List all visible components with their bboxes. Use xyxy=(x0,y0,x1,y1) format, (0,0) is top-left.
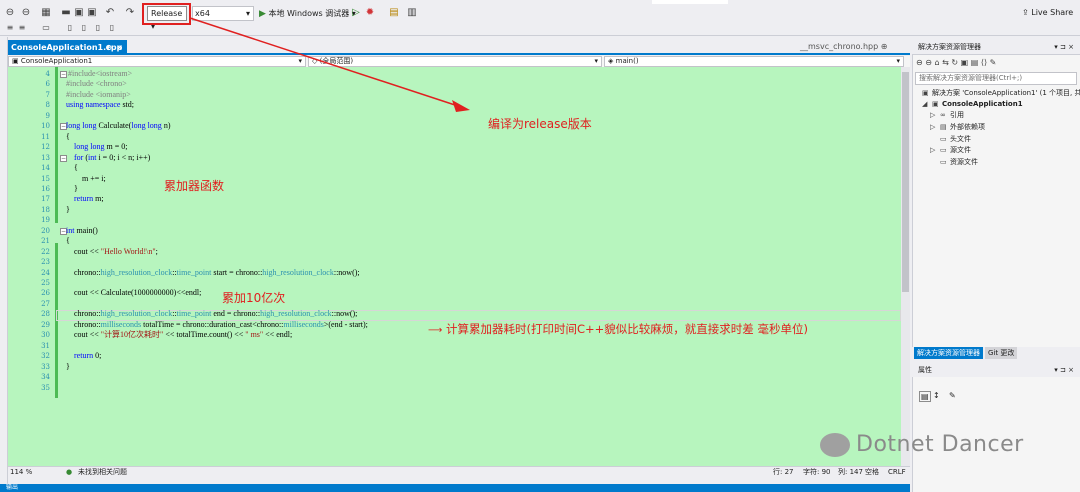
code-icon[interactable]: ⟨⟩ xyxy=(981,58,987,67)
output-label: 输出 xyxy=(6,484,19,491)
whitespace-indicator[interactable]: 空格 xyxy=(865,467,879,478)
tree-label: 引用 xyxy=(950,111,964,119)
search-placeholder: 搜索解决方案资源管理器(Ctrl+;) xyxy=(919,74,1023,82)
tree-source-files[interactable]: ▷ ▭ 源文件 xyxy=(930,144,971,156)
history-icon[interactable]: ↻ xyxy=(951,58,958,67)
watermark-text: Dotnet Dancer xyxy=(856,432,1024,457)
wrench-icon[interactable]: ✎ xyxy=(949,391,956,400)
solution-search-input[interactable]: 搜索解决方案资源管理器(Ctrl+;) xyxy=(915,72,1077,85)
col-indicator: 列: 147 xyxy=(838,468,863,476)
expand-icon: ▷ xyxy=(930,123,936,131)
char-indicator: 字符: 90 xyxy=(803,468,831,476)
scrollbar-thumb[interactable] xyxy=(902,72,909,292)
close-icon[interactable]: ▾ ⊐ × xyxy=(1054,364,1074,377)
tree-label: 资源文件 xyxy=(950,158,978,166)
tree-label: ConsoleApplication1 xyxy=(942,100,1023,108)
alphabetical-icon[interactable]: ↕ xyxy=(933,391,940,400)
zoom-level[interactable]: 114 % xyxy=(10,467,32,478)
folder-icon: ▭ xyxy=(940,158,947,166)
panel-title: 属性 xyxy=(918,366,932,374)
folder-icon: ▭ xyxy=(940,146,947,154)
arrow-line xyxy=(189,17,459,107)
forward-icon[interactable]: ⊖ xyxy=(925,58,932,67)
wechat-icon xyxy=(820,433,850,457)
close-icon[interactable]: ▾ ⊐ × xyxy=(1054,40,1074,55)
tree-resource-files[interactable]: ▭ 资源文件 xyxy=(940,156,978,168)
back-icon[interactable]: ⊖ xyxy=(916,58,923,67)
line-indicator: 行: 27 xyxy=(773,468,794,476)
solution-explorer-title: 解决方案资源管理器 ▾ ⊐ × xyxy=(912,40,1080,55)
watermark: Dotnet Dancer xyxy=(820,432,1024,457)
home-icon[interactable]: ⌂ xyxy=(935,58,940,67)
categorized-icon[interactable]: ▤ xyxy=(919,391,931,402)
tree-label: 解决方案 'ConsoleApplication1' (1 个项目, 共 xyxy=(932,89,1080,97)
expand-icon: ▷ xyxy=(930,111,936,119)
tree-references[interactable]: ▷ ∞ 引用 xyxy=(930,109,964,121)
solution-toolbar: ⊖ ⊖ ⌂ ⇆ ↻ ▣ ▤ ⟨⟩ ✎ xyxy=(916,58,996,67)
tree-external-deps[interactable]: ▷ ▤ 外部依赖项 xyxy=(930,121,985,133)
eol-indicator[interactable]: CRLF xyxy=(888,467,906,478)
deps-icon: ▤ xyxy=(940,123,947,131)
output-panel-header[interactable]: 输出 xyxy=(0,484,910,492)
panel-title: 解决方案资源管理器 xyxy=(918,43,981,51)
check-icon: ● xyxy=(66,468,73,476)
editor-status-bar: 114 % ● 未找到相关问题 行: 27 字符: 90 列: 147 空格 C… xyxy=(8,466,910,478)
collapse-icon[interactable]: ▣ xyxy=(961,58,969,67)
show-all-icon[interactable]: ▤ xyxy=(971,58,979,67)
properties-title: 属性 ▾ ⊐ × xyxy=(912,364,1080,377)
issues-status[interactable]: 未找到相关问题 xyxy=(78,467,127,478)
tab-git-changes[interactable]: Git 更改 xyxy=(985,347,1018,359)
tree-label: 头文件 xyxy=(950,135,971,143)
arrow-head xyxy=(452,100,470,112)
sync-icon[interactable]: ⇆ xyxy=(942,58,949,67)
tree-label: 外部依赖项 xyxy=(950,123,985,131)
expand-icon: ▷ xyxy=(930,146,936,154)
tree-label: 源文件 xyxy=(950,146,971,154)
wrench-icon[interactable]: ✎ xyxy=(990,58,997,67)
references-icon: ∞ xyxy=(940,111,946,119)
tab-solution-explorer[interactable]: 解决方案资源管理器 xyxy=(914,347,983,359)
